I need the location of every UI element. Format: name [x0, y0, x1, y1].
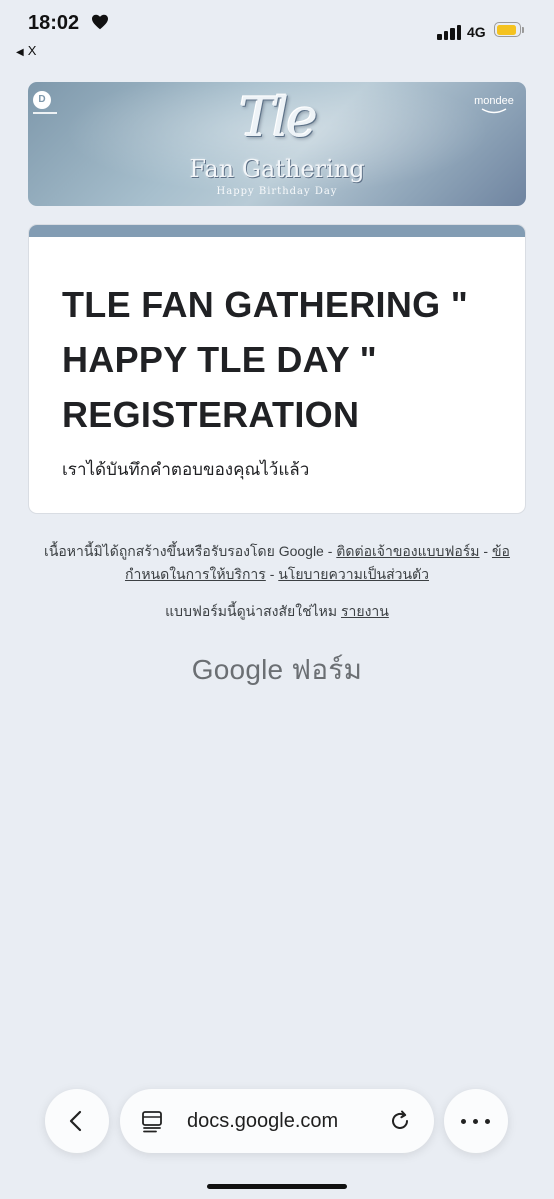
- more-options-button[interactable]: [444, 1089, 508, 1153]
- form-title: TLE FAN GATHERING " HAPPY TLE DAY " REGI…: [62, 284, 469, 435]
- form-confirmation-card: TLE FAN GATHERING " HAPPY TLE DAY " REGI…: [28, 224, 526, 514]
- network-type: 4G: [467, 24, 486, 40]
- contact-owner-link[interactable]: ติดต่อเจ้าของแบบฟอร์ม: [336, 543, 479, 559]
- back-to-app-button[interactable]: ◀ X: [16, 43, 36, 58]
- google-forms-logo[interactable]: Google ฟอร์ม: [0, 648, 554, 692]
- privacy-policy-link[interactable]: นโยบายความเป็นส่วนตัว: [278, 566, 429, 582]
- report-prompt: แบบฟอร์มนี้ดูน่าสงสัยใช่ไหม: [165, 603, 341, 619]
- disclaimer-text: เนื้อหานี้มิได้ถูกสร้างขึ้นหรือรับรองโดย…: [44, 543, 337, 559]
- banner-tagline: Happy Birthday Day: [216, 186, 338, 197]
- separator-text: -: [265, 566, 279, 582]
- reload-icon[interactable]: [388, 1109, 412, 1133]
- footer-disclaimer: เนื้อหานี้มิได้ถูกสร้างขึ้นหรือรับรองโดย…: [40, 540, 514, 586]
- home-indicator[interactable]: [207, 1184, 347, 1189]
- back-triangle-icon: ◀: [16, 47, 24, 58]
- footer-report: แบบฟอร์มนี้ดูน่าสงสัยใช่ไหม รายงาน: [40, 601, 514, 623]
- url-text[interactable]: docs.google.com: [187, 1110, 338, 1133]
- banner-subtitle: Fan Gathering: [189, 155, 365, 183]
- back-button[interactable]: [45, 1089, 109, 1153]
- report-link[interactable]: รายงาน: [341, 603, 389, 619]
- chevron-left-icon: [69, 1110, 82, 1132]
- response-recorded-message: เราได้บันทึกคำตอบของคุณไว้แล้ว: [62, 460, 310, 479]
- status-time: 18:02: [28, 12, 80, 34]
- page-menu-icon[interactable]: [140, 1109, 164, 1133]
- banner-title: Tle: [238, 86, 318, 149]
- heart-icon: [91, 14, 109, 35]
- separator-text: -: [479, 543, 492, 559]
- form-header-banner: D mondee Tle Fan Gathering Happy Birthda…: [28, 82, 526, 206]
- address-bar[interactable]: docs.google.com: [120, 1089, 434, 1153]
- back-to-app-label: X: [27, 43, 37, 58]
- card-accent-bar: [29, 225, 525, 237]
- status-bar: 18:02 ◀ X 4G: [0, 0, 554, 64]
- cellular-signal-icon: [437, 24, 463, 40]
- battery-icon: [494, 22, 524, 39]
